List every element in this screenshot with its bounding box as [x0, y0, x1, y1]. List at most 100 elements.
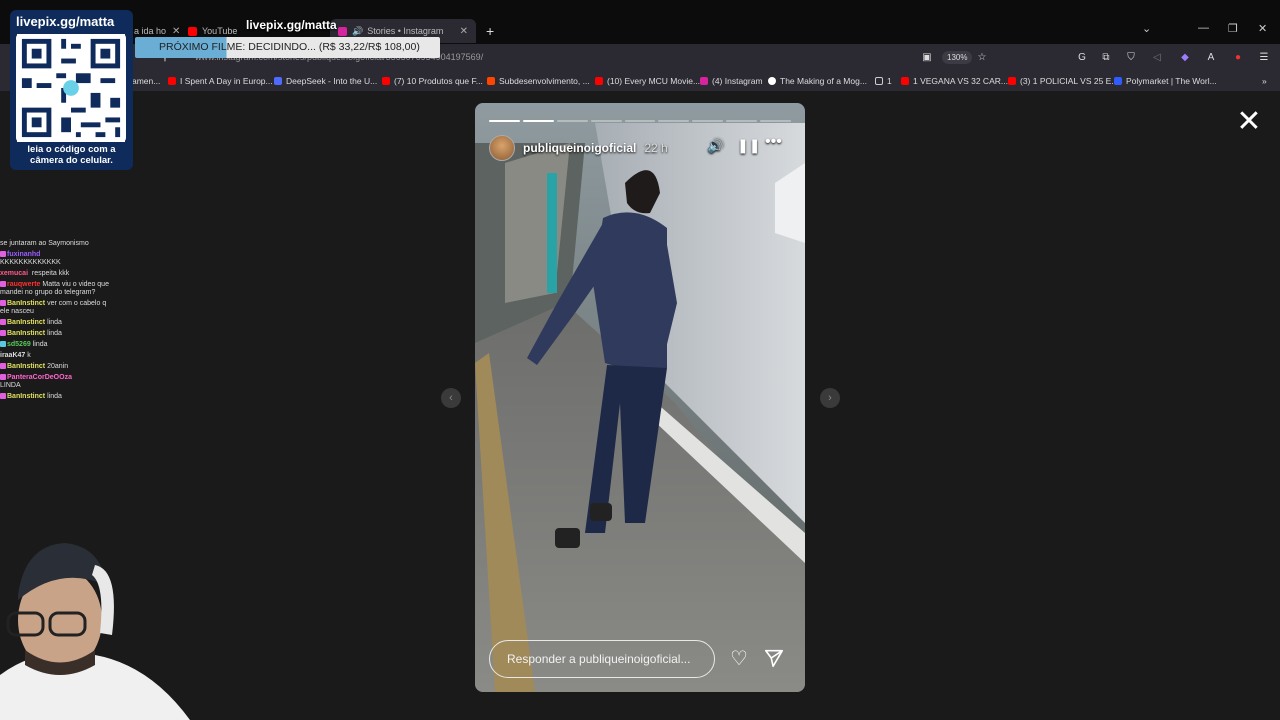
instagram-icon: [338, 26, 347, 36]
chat-user: BanInstinct: [7, 330, 46, 337]
tab-label: Stories • Instagram: [367, 26, 444, 36]
tab-label: a ida ho: [134, 26, 167, 36]
badge-icon: [0, 393, 6, 400]
heart-icon[interactable]: ♡: [727, 647, 751, 671]
site-icon: [768, 77, 776, 85]
volume-icon[interactable]: 🔊: [707, 137, 724, 154]
bookmark-item[interactable]: amen...: [132, 76, 160, 86]
youtube-icon: [382, 77, 390, 85]
badge-icon: [0, 251, 6, 258]
polymarket-icon: [1114, 77, 1122, 85]
bookmark-item[interactable]: 1 VEGANA VS 32 CAR...: [901, 76, 1008, 86]
bookmarks-bar: amen... I Spent A Day in Europ... DeepSe…: [0, 72, 1280, 92]
progress-segment: [658, 120, 690, 122]
send-icon-glyph: [764, 649, 784, 668]
progress-segment: [624, 120, 656, 122]
new-tab-button[interactable]: +: [486, 19, 494, 43]
next-film-goal: PRÓXIMO FILME: DECIDINDO... (R$ 33,22/R$…: [135, 37, 440, 58]
bookmark-item[interactable]: (10) Every MCU Movie...: [595, 76, 700, 86]
badge-icon: [0, 300, 6, 307]
tab-close-icon[interactable]: ✕: [460, 26, 468, 37]
chat-message: xemucai respeita kkk: [0, 270, 110, 278]
qr-title: livepix.gg/matta: [16, 14, 115, 29]
instagram-icon: [700, 77, 708, 85]
bookmarks-overflow-icon[interactable]: »: [1262, 76, 1267, 86]
bookmark-item[interactable]: I Spent A Day in Europ...: [168, 76, 273, 86]
extensions-icon[interactable]: ⧉: [1099, 51, 1113, 65]
story-progress: [489, 120, 792, 122]
chat-text: linda: [47, 319, 62, 326]
speaker-off-icon[interactable]: ◁: [1150, 51, 1164, 65]
progress-segment: [489, 120, 520, 122]
close-icon[interactable]: ✕: [1236, 107, 1262, 137]
stream-chat: se juntaram ao Saymonismo fuxinanhd KKKKK…: [0, 240, 110, 404]
chat-text: LINDA: [0, 382, 21, 389]
bookmark-label: (4) Instagram: [712, 76, 763, 86]
reader-view-icon[interactable]: ▣: [920, 51, 934, 65]
bookmark-label: I Spent A Day in Europ...: [180, 76, 273, 86]
chat-user: BanInstinct: [7, 319, 46, 326]
reply-input[interactable]: Responder a publiqueinoigoficial...: [489, 640, 715, 678]
tab-close-icon[interactable]: ✕: [172, 26, 180, 37]
bookmark-star-icon[interactable]: ☆: [975, 51, 989, 65]
speaker-icon[interactable]: 🔊: [352, 26, 363, 37]
shield-icon[interactable]: ⛉: [1124, 51, 1138, 65]
badge-icon: [0, 374, 6, 381]
chat-text: KKKKKKKKKKKKK: [0, 259, 61, 266]
story-time: 22 h: [644, 141, 668, 155]
progress-segment: [760, 120, 792, 122]
bookmark-item[interactable]: The Making of a Mog...: [768, 76, 867, 86]
chat-message: PanteraCorDeOOza LINDA: [0, 374, 110, 390]
adblock-icon[interactable]: ●: [1231, 51, 1245, 65]
bookmark-item[interactable]: DeepSeek - Into the U...: [274, 76, 377, 86]
extension-icon[interactable]: ◆: [1178, 51, 1192, 65]
bookmark-item[interactable]: (7) 10 Produtos que F...: [382, 76, 483, 86]
chat-text: linda: [32, 341, 48, 348]
bookmark-item[interactable]: (3) 1 POLICIAL VS 25 E...: [1008, 76, 1118, 86]
extension-g-icon[interactable]: G: [1075, 51, 1089, 65]
chat-text: respeita kkk: [31, 270, 70, 277]
story-card[interactable]: publiqueinoigoficial 22 h 🔊 ❚❚ ••• Respo…: [475, 103, 805, 692]
bookmark-folder[interactable]: 1: [875, 76, 892, 86]
chevron-left-icon[interactable]: ‹: [441, 388, 461, 408]
story-video: [475, 103, 805, 692]
chat-text: 20anin: [47, 363, 69, 370]
badge-icon: [0, 330, 6, 337]
chat-message: BanInstinct ver com o cabelo q ele nasce…: [0, 300, 110, 316]
bookmark-item[interactable]: Polymarket | The Worl...: [1114, 76, 1217, 86]
bookmark-label: amen...: [132, 76, 161, 86]
chat-message: BanInstinct 20anin: [0, 363, 110, 371]
chevron-right-icon[interactable]: ›: [820, 388, 840, 408]
restore-icon[interactable]: ❐: [1228, 22, 1238, 35]
bookmark-label: DeepSeek - Into the U...: [286, 76, 378, 86]
chat-user: BanInstinct: [7, 393, 46, 400]
story-username[interactable]: publiqueinoigoficial: [523, 141, 636, 155]
chat-text: k: [27, 352, 31, 359]
youtube-icon: [188, 26, 197, 36]
webcam-overlay: [0, 525, 190, 720]
bookmark-label: The Making of a Mog...: [780, 76, 867, 86]
chat-message: iraaK47 k: [0, 352, 110, 360]
pause-icon[interactable]: ❚❚: [737, 137, 760, 154]
tab-list-chevron-icon[interactable]: ⌄: [1142, 22, 1151, 35]
deepseek-icon: [274, 77, 282, 85]
progress-segment: [556, 120, 588, 122]
bookmark-item[interactable]: (4) Instagram: [700, 76, 763, 86]
minimize-icon[interactable]: —: [1198, 22, 1209, 34]
zoom-level[interactable]: 130%: [942, 51, 973, 64]
avatar[interactable]: [489, 135, 515, 161]
menu-icon[interactable]: ☰: [1257, 51, 1271, 65]
font-icon[interactable]: A: [1204, 51, 1218, 65]
chat-message: sd5269 linda: [0, 341, 110, 349]
chat-user: PanteraCorDeOOza: [7, 374, 72, 381]
qr-caption: leia o código com a câmera do celular.: [27, 144, 116, 166]
progress-segment: [692, 120, 724, 122]
window-close-icon[interactable]: ✕: [1258, 22, 1267, 35]
bookmark-item[interactable]: Subdesenvolvimento, ...: [487, 76, 590, 86]
more-icon[interactable]: •••: [765, 133, 782, 151]
chat-message: BanInstinct linda: [0, 393, 110, 401]
bookmark-label: Polymarket | The Worl...: [1126, 76, 1217, 86]
send-icon[interactable]: [762, 647, 786, 671]
chat-user: sd5269: [7, 341, 31, 348]
youtube-icon: [595, 77, 603, 85]
